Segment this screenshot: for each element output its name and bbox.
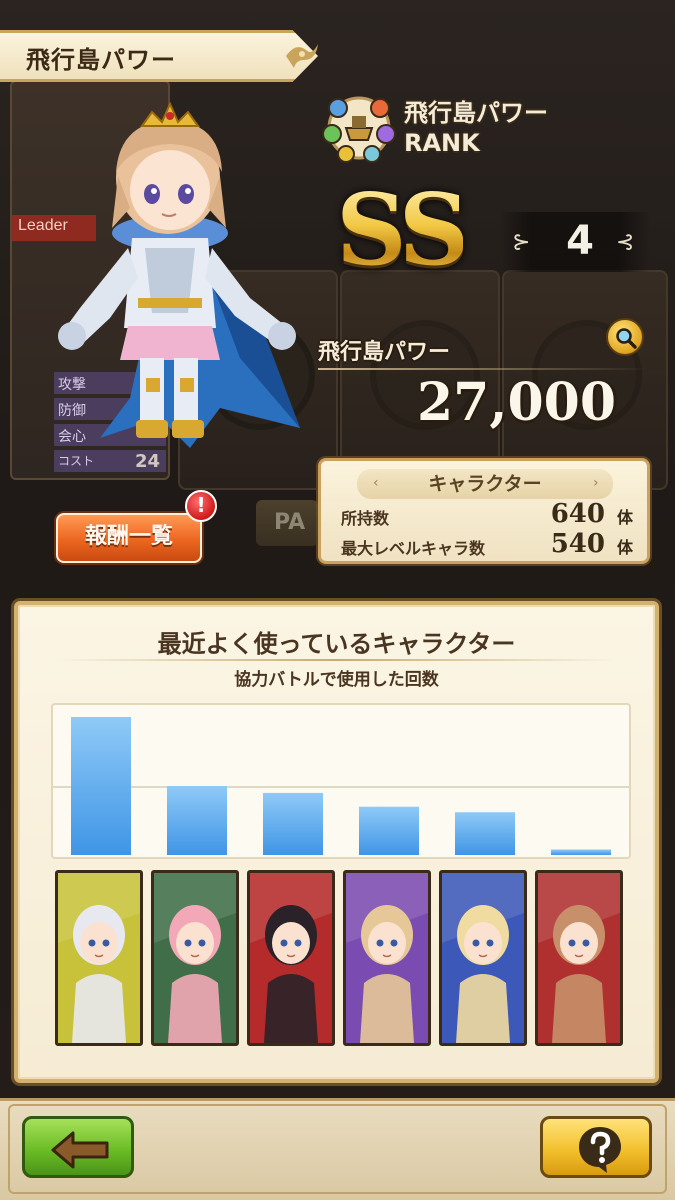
power-label: 飛行島パワー: [318, 340, 451, 365]
page-title: 飛行島パワー: [26, 46, 176, 74]
leader-character-sprite: [58, 101, 300, 448]
count-label: 所持数: [341, 509, 390, 528]
chart-bar: [71, 717, 131, 855]
character-portrait[interactable]: [247, 870, 335, 1046]
help-button[interactable]: [540, 1116, 652, 1178]
chevron-right-icon: ›: [593, 475, 599, 491]
rank-title-line: RANK: [404, 129, 480, 157]
rank-title-line: 飛行島パワー: [404, 99, 548, 127]
count-unit: 体: [616, 508, 633, 527]
power-screen: Leader 攻撃 防御 会心 コスト 24 飛行島パワー 飛行島パワー RAN…: [0, 0, 675, 1200]
ornament-icon: [286, 44, 318, 68]
count-value: 640: [550, 499, 605, 529]
usage-title-divider: [54, 659, 619, 661]
character-count-box: キャラクター ‹ › 所持数 640 体 最大レベルキャラ数 540 体: [318, 458, 650, 564]
count-label: 最大レベルキャラ数: [341, 539, 486, 558]
alert-badge: !: [185, 490, 217, 522]
white-haired-character-icon: [58, 873, 140, 1043]
chart-bar: [551, 849, 611, 855]
usage-chart: [51, 703, 631, 859]
count-unit: 体: [616, 538, 633, 557]
count-box-header: キャラクター: [357, 469, 613, 499]
character-portrait[interactable]: [55, 870, 143, 1046]
usage-panel-subtitle: 協力バトルで使用した回数: [234, 670, 439, 690]
character-portrait[interactable]: [439, 870, 527, 1046]
character-portrait[interactable]: [151, 870, 239, 1046]
magnifier-icon: [616, 328, 637, 349]
rank-title: 飛行島パワー RANK: [404, 98, 548, 158]
character-portrait[interactable]: [535, 870, 623, 1046]
character-portrait[interactable]: [343, 870, 431, 1046]
rank-emblem-icon: [322, 96, 396, 163]
power-divider: [318, 368, 648, 370]
count-row-owned: 所持数 640 体: [341, 499, 633, 529]
rank-level: 4: [566, 218, 594, 264]
reward-list-button[interactable]: 報酬一覧: [56, 513, 202, 563]
chart-bar: [263, 792, 323, 855]
hat-character-icon: [442, 873, 524, 1043]
chart-bar: [359, 806, 419, 855]
pink-haired-character-icon: [154, 873, 236, 1043]
magnify-button[interactable]: [606, 318, 644, 356]
arrow-left-icon: [51, 1131, 109, 1169]
question-bubble-icon: [579, 1127, 621, 1173]
chart-bar: [167, 786, 227, 855]
floral-character-icon: [538, 873, 620, 1043]
back-button[interactable]: [22, 1116, 134, 1178]
ornament-right-icon: ⊰: [616, 230, 635, 255]
usage-panel-title: 最近よく使っているキャラクター: [157, 630, 516, 658]
chart-bar: [455, 812, 515, 855]
power-value: 27,000: [416, 372, 616, 433]
blonde-knight-character-icon: [346, 873, 428, 1043]
usage-chart-svg: [53, 717, 629, 855]
usage-panel: 最近よく使っているキャラクター 協力バトルで使用した回数: [14, 601, 659, 1083]
ornament-left-icon: ⊱: [512, 230, 531, 255]
chevron-left-icon: ‹: [373, 475, 379, 491]
count-value: 540: [550, 529, 605, 559]
rank-grade: SS: [336, 173, 469, 288]
portrait-row: [55, 870, 635, 1046]
black-haired-character-icon: [250, 873, 332, 1043]
tab-partial[interactable]: PA: [256, 500, 318, 546]
count-row-max-level: 最大レベルキャラ数 540 体: [341, 529, 633, 559]
